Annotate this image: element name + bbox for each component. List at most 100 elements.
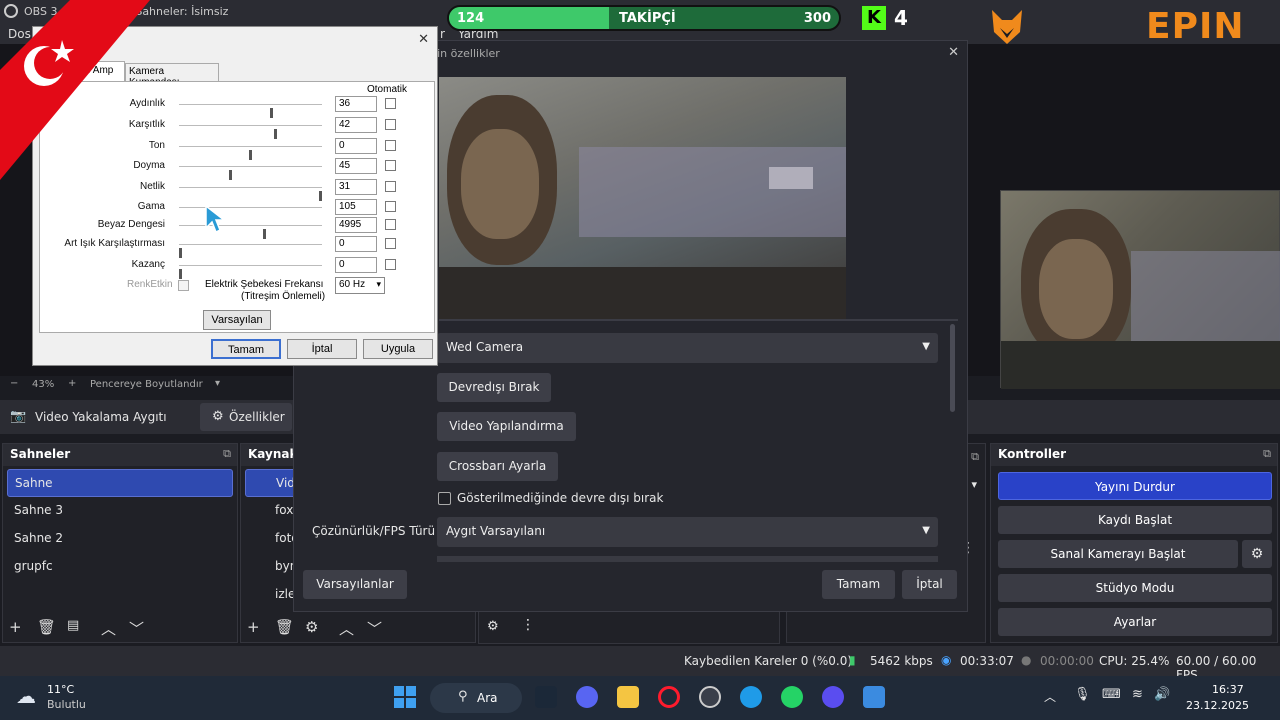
procamp-value[interactable]: 0: [335, 236, 377, 252]
app-icon[interactable]: [863, 686, 885, 708]
defaults-button[interactable]: Varsayılanlar: [303, 570, 407, 599]
obs-icon[interactable]: [699, 686, 721, 708]
color-enable-checkbox[interactable]: [178, 280, 189, 291]
device-select[interactable]: Wed Camera ▼: [437, 333, 938, 363]
video-config-button[interactable]: Video Yapılandırma: [437, 412, 576, 441]
undock-icon[interactable]: ⧉: [971, 450, 979, 464]
whatsapp-icon[interactable]: [781, 686, 803, 708]
undock-icon[interactable]: ⧉: [223, 447, 231, 461]
auto-checkbox[interactable]: [385, 201, 396, 212]
procamp-value[interactable]: 36: [335, 96, 377, 112]
settings-button[interactable]: Ayarlar: [998, 608, 1272, 636]
wifi-icon[interactable]: ≋: [1132, 687, 1143, 702]
crossbar-button[interactable]: Crossbarı Ayarla: [437, 452, 558, 481]
scene-item[interactable]: Sahne 2: [7, 525, 233, 553]
procamp-value[interactable]: 45: [335, 158, 377, 174]
procamp-slider[interactable]: [179, 146, 322, 160]
windows-start-icon[interactable]: [394, 686, 416, 708]
procamp-value[interactable]: 42: [335, 117, 377, 133]
start-record-button[interactable]: Kaydı Başlat: [998, 506, 1272, 534]
edge-icon[interactable]: [740, 686, 762, 708]
chevron-down-icon[interactable]: ▾: [215, 378, 220, 389]
auto-checkbox[interactable]: [385, 238, 396, 249]
add-icon[interactable]: +: [247, 618, 260, 636]
keyboard-icon[interactable]: ⌨: [1102, 687, 1121, 702]
close-icon[interactable]: ✕: [418, 31, 429, 47]
properties-title: için özellikler: [428, 47, 500, 60]
ok-button[interactable]: Tamam: [822, 570, 895, 599]
mouse-cursor-icon: [205, 204, 226, 234]
slider-thumb[interactable]: [179, 269, 182, 279]
microphone-icon[interactable]: 🎙: [1074, 687, 1091, 702]
taskbar-search[interactable]: ⚲ Ara: [430, 683, 522, 713]
folder-icon[interactable]: [617, 686, 639, 708]
auto-checkbox[interactable]: [385, 181, 396, 192]
zoom-out-button[interactable]: −: [10, 378, 18, 389]
scene-item[interactable]: Sahne: [7, 469, 233, 497]
gear-icon[interactable]: ⚙: [1242, 540, 1272, 568]
procamp-slider[interactable]: [179, 125, 322, 139]
chevron-up-icon[interactable]: ︿: [1044, 688, 1056, 705]
procamp-value[interactable]: 0: [335, 257, 377, 273]
more-icon[interactable]: ⋮: [521, 617, 535, 633]
procamp-slider[interactable]: [179, 265, 322, 279]
studio-mode-button[interactable]: Stüdyo Modu: [998, 574, 1272, 602]
properties-scrollbar[interactable]: [950, 324, 955, 412]
trash-icon[interactable]: 🗑: [275, 618, 294, 636]
chevron-up-icon[interactable]: ︿: [339, 618, 354, 639]
hide-checkbox[interactable]: [438, 492, 451, 505]
fit-window-label[interactable]: Pencereye Boyutlandır: [90, 379, 203, 390]
procamp-slider[interactable]: [179, 104, 322, 118]
chevron-down-icon[interactable]: ▾: [971, 478, 977, 491]
cancel-button[interactable]: İptal: [902, 570, 957, 599]
auto-checkbox[interactable]: [385, 119, 396, 130]
procamp-slider[interactable]: [179, 207, 322, 221]
fps-type-select[interactable]: Aygıt Varsayılanı ▼: [437, 517, 938, 547]
scene-item[interactable]: Sahne 3: [7, 497, 233, 525]
procamp-row: Beyaz Dengesi 4995: [33, 216, 439, 239]
deactivate-button[interactable]: Devredışı Bırak: [437, 373, 551, 402]
volume-icon[interactable]: 🔊: [1154, 687, 1170, 702]
stop-stream-button[interactable]: Yayını Durdur: [998, 472, 1272, 500]
procamp-value[interactable]: 105: [335, 199, 377, 215]
properties-button[interactable]: ⚙ Özellikler: [200, 403, 292, 431]
trash-icon[interactable]: 🗑: [37, 618, 56, 636]
steam-icon[interactable]: [535, 686, 557, 708]
app-icon[interactable]: [822, 686, 844, 708]
procamp-slider[interactable]: [179, 225, 322, 239]
chevron-up-icon[interactable]: ︿: [101, 618, 116, 639]
freq-select[interactable]: 60 Hz ▾: [335, 277, 385, 294]
gear-icon[interactable]: ⚙: [305, 618, 318, 636]
auto-checkbox[interactable]: [385, 98, 396, 109]
procamp-defaults-button[interactable]: Varsayılan: [203, 310, 271, 330]
procamp-ok-button[interactable]: Tamam: [211, 339, 281, 359]
kick-logo-icon: K: [862, 6, 886, 30]
undock-icon[interactable]: ⧉: [1263, 447, 1271, 461]
chevron-down-icon[interactable]: ﹀: [367, 618, 382, 639]
procamp-slider[interactable]: [179, 166, 322, 180]
chevron-down-icon[interactable]: ﹀: [129, 618, 144, 639]
follower-goal-bar: 124 TAKİPÇİ 300: [447, 5, 841, 31]
discord-icon[interactable]: [576, 686, 598, 708]
procamp-value[interactable]: 4995: [335, 217, 377, 233]
add-icon[interactable]: +: [9, 618, 22, 636]
menu-partial[interactable]: r: [440, 27, 445, 41]
auto-checkbox[interactable]: [385, 219, 396, 230]
procamp-value[interactable]: 0: [335, 138, 377, 154]
scene-item[interactable]: grupfc: [7, 553, 233, 581]
auto-checkbox[interactable]: [385, 259, 396, 270]
opera-icon[interactable]: [658, 686, 680, 708]
procamp-slider[interactable]: [179, 187, 322, 201]
filter-icon[interactable]: ▤: [67, 618, 79, 633]
close-icon[interactable]: ✕: [948, 45, 959, 60]
procamp-value[interactable]: 31: [335, 179, 377, 195]
auto-checkbox[interactable]: [385, 160, 396, 171]
status-bar: Kaybedilen Kareler 0 (%0.0) ▮ 5462 kbps …: [0, 646, 1280, 682]
virtual-camera-button[interactable]: Sanal Kamerayı Başlat: [998, 540, 1238, 568]
gear-icon[interactable]: ⚙: [487, 619, 499, 634]
procamp-slider[interactable]: [179, 244, 322, 258]
auto-checkbox[interactable]: [385, 140, 396, 151]
procamp-cancel-button[interactable]: İptal: [287, 339, 357, 359]
procamp-apply-button[interactable]: Uygula: [363, 339, 433, 359]
zoom-in-button[interactable]: +: [68, 378, 76, 389]
